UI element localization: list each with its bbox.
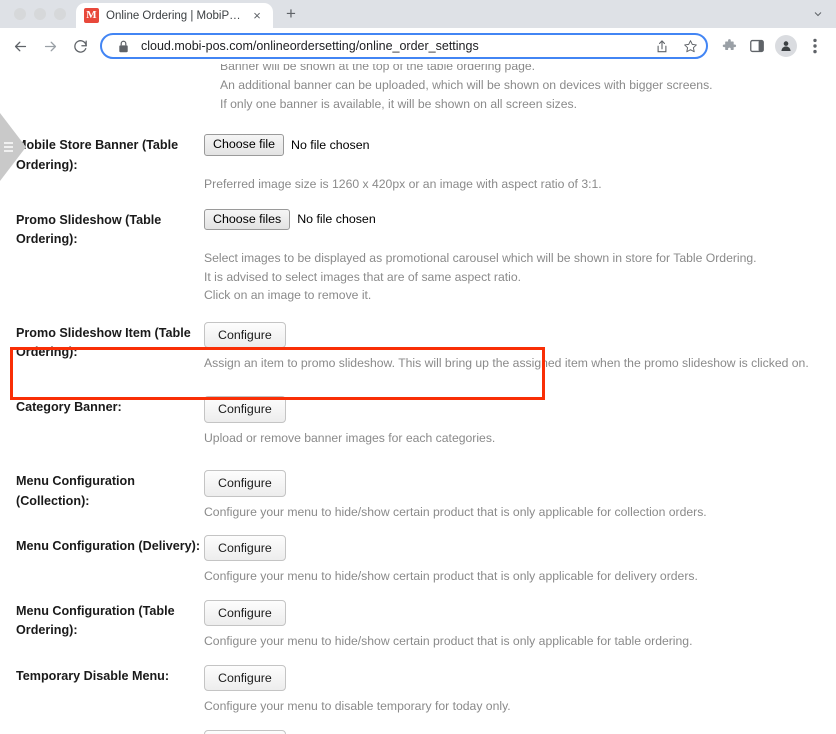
lock-icon xyxy=(113,36,133,56)
favicon-letter: M xyxy=(86,9,97,21)
field-hint: Select images to be displayed as promoti… xyxy=(204,251,757,266)
maximize-window-button[interactable] xyxy=(54,8,66,20)
form-row-menu-config-collection: Menu Configuration (Collection): Configu… xyxy=(0,470,836,521)
file-status-text: No file chosen xyxy=(297,212,376,227)
field-hint: Configure your menu to hide/show certain… xyxy=(204,634,693,649)
tab-search-button[interactable] xyxy=(812,0,836,28)
field-hint: Configure your menu to disable temporary… xyxy=(204,698,511,713)
configure-menu-collection-button[interactable]: Configure xyxy=(204,470,286,497)
field-hint: Click on an image to remove it. xyxy=(204,288,372,303)
field-hint: It is advised to select images that are … xyxy=(204,269,522,284)
form-row-promo-slideshow-item: Promo Slideshow Item (Table Ordering): C… xyxy=(0,321,836,373)
form-row-category-banner: Category Banner: Configure Upload or rem… xyxy=(0,396,836,447)
tab-title: Online Ordering | MobiPOS xyxy=(106,9,242,22)
field-label: Menu Configuration (Table Ordering): xyxy=(16,603,175,638)
field-hint: Preferred image size is 1260 x 420px or … xyxy=(204,176,602,191)
file-input-promo-slideshow[interactable]: Choose files No file chosen xyxy=(204,208,836,231)
chevron-down-icon xyxy=(814,12,822,17)
field-hint: Configure your menu to hide/show certain… xyxy=(204,569,698,584)
form-row-best-seller-configuration: Best Seller Configuration: Configure Con… xyxy=(0,729,836,734)
field-control: Choose files No file chosen Select image… xyxy=(204,208,836,305)
field-hint: Configure your menu to hide/show certain… xyxy=(204,504,707,519)
field-control: Configure Upload or remove banner images… xyxy=(204,396,836,447)
field-label: Promo Slideshow Item (Table Ordering): xyxy=(16,325,191,360)
field-hint: Assign an item to promo slideshow. This … xyxy=(204,355,809,370)
field-control: Configure Configure your menu to hide/sh… xyxy=(204,599,836,651)
page-content: Banner will be shown at the top of the t… xyxy=(0,64,836,734)
browser-toolbar: cloud.mobi-pos.com/onlineordersetting/on… xyxy=(0,28,836,64)
reload-icon[interactable] xyxy=(66,32,94,60)
field-control: Configure Assign an item to promo slides… xyxy=(204,321,836,373)
mobipos-favicon-icon: M xyxy=(84,8,99,23)
three-dot-menu-icon[interactable] xyxy=(802,32,828,60)
configure-temporary-disable-menu-button[interactable]: Configure xyxy=(204,664,286,691)
field-label: Menu Configuration (Collection): xyxy=(16,474,135,508)
banner-note: Banner will be shown at the top of the t… xyxy=(220,64,536,73)
field-control: Configure Configure your menu to show be… xyxy=(204,729,836,734)
form-row-promo-slideshow: Promo Slideshow (Table Ordering): Choose… xyxy=(0,208,836,305)
field-label: Category Banner: xyxy=(16,400,122,415)
form-row-temporary-disable-menu: Temporary Disable Menu: Configure Config… xyxy=(0,664,836,716)
form-row-mobile-store-banner: Mobile Store Banner (Table Ordering): Ch… xyxy=(0,134,836,193)
handle-lines xyxy=(4,140,13,155)
address-bar[interactable]: cloud.mobi-pos.com/onlineordersetting/on… xyxy=(100,33,708,59)
star-icon[interactable] xyxy=(680,36,700,56)
choose-files-button[interactable]: Choose files xyxy=(204,208,291,231)
choose-file-button[interactable]: Choose file xyxy=(204,134,284,156)
online-order-settings-form: Banner will be shown at the top of the t… xyxy=(0,64,836,734)
puzzle-icon[interactable] xyxy=(716,32,742,60)
url-text: cloud.mobi-pos.com/onlineordersetting/on… xyxy=(141,39,479,53)
field-hint: Upload or remove banner images for each … xyxy=(204,430,496,445)
banner-note: If only one banner is available, it will… xyxy=(220,97,578,112)
minimize-window-button[interactable] xyxy=(34,8,46,20)
field-control: Choose file No file chosen Preferred ima… xyxy=(204,134,836,193)
forward-arrow-icon[interactable] xyxy=(36,32,64,60)
field-control: Configure Configure your menu to disable… xyxy=(204,664,836,716)
new-tab-button[interactable]: + xyxy=(277,0,305,28)
field-label: Mobile Store Banner (Table Ordering): xyxy=(16,138,179,172)
side-panel-icon[interactable] xyxy=(744,32,770,60)
field-control: Configure Configure your menu to hide/sh… xyxy=(204,535,836,586)
close-tab-icon[interactable]: × xyxy=(249,9,265,22)
configure-category-banner-button[interactable]: Configure xyxy=(204,396,286,423)
tab-strip: M Online Ordering | MobiPOS × + xyxy=(0,0,836,28)
field-label: Best Seller Configuration: xyxy=(0,730,204,734)
back-arrow-icon[interactable] xyxy=(6,32,34,60)
configure-best-seller-button[interactable]: Configure xyxy=(204,729,286,734)
share-icon[interactable] xyxy=(652,36,672,56)
banner-note: An additional banner can be uploaded, wh… xyxy=(220,78,713,93)
field-label: Menu Configuration (Delivery): xyxy=(16,539,201,554)
banner-notes: Banner will be shown at the top of the t… xyxy=(0,64,836,114)
close-window-button[interactable] xyxy=(14,8,26,20)
avatar-icon[interactable] xyxy=(775,35,797,57)
browser-window: M Online Ordering | MobiPOS × + cloud.mo… xyxy=(0,0,836,734)
configure-promo-slideshow-item-button[interactable]: Configure xyxy=(204,321,286,348)
field-label: Temporary Disable Menu: xyxy=(16,668,170,683)
window-controls xyxy=(0,0,76,28)
field-control: Configure Configure your menu to hide/sh… xyxy=(204,470,836,521)
configure-menu-table-ordering-button[interactable]: Configure xyxy=(204,599,286,627)
file-status-text: No file chosen xyxy=(291,138,370,153)
field-label: Promo Slideshow (Table Ordering): xyxy=(16,212,162,247)
form-row-menu-config-delivery: Menu Configuration (Delivery): Configure… xyxy=(0,535,836,586)
browser-tab[interactable]: M Online Ordering | MobiPOS × xyxy=(76,3,273,28)
form-row-menu-config-table-ordering: Menu Configuration (Table Ordering): Con… xyxy=(0,599,836,651)
file-input-mobile-store-banner[interactable]: Choose file No file chosen xyxy=(204,134,836,156)
configure-menu-delivery-button[interactable]: Configure xyxy=(204,535,286,562)
